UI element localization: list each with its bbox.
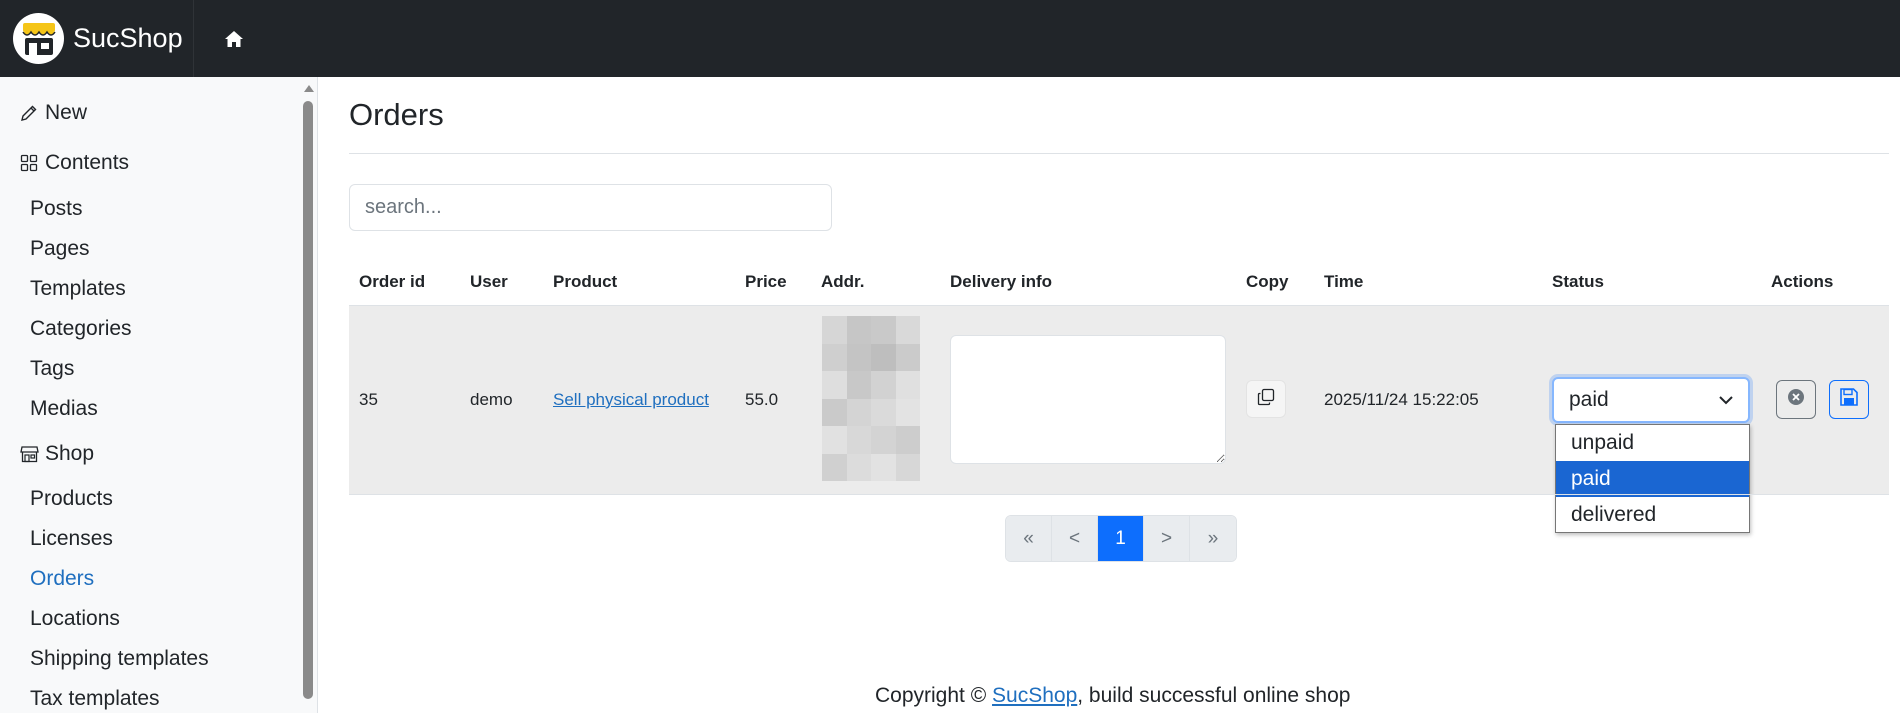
top-navbar: SucShop <box>0 0 1900 77</box>
scrollbar-thumb[interactable] <box>303 101 313 699</box>
status-select[interactable]: paid <box>1552 377 1750 423</box>
pagination: « < 1 > » <box>1005 515 1237 562</box>
column-header-time: Time <box>1324 272 1364 291</box>
column-header-delivery-info: Delivery info <box>950 272 1053 291</box>
navbar-divider <box>192 0 194 77</box>
copy-button[interactable] <box>1246 380 1286 418</box>
sidebar-item-posts[interactable]: Posts <box>30 197 83 221</box>
sidebar-item-templates[interactable]: Templates <box>30 277 126 301</box>
copy-icon <box>1257 388 1275 411</box>
column-header-price: Price <box>745 272 787 291</box>
status-option-delivered[interactable]: delivered <box>1556 497 1749 533</box>
sidebar-item-categories[interactable]: Categories <box>30 317 132 341</box>
page-next-button[interactable]: > <box>1144 516 1190 561</box>
column-header-copy: Copy <box>1246 272 1289 291</box>
footer-prefix: Copyright © <box>875 684 993 707</box>
page-prev-button[interactable]: < <box>1052 516 1098 561</box>
sidebar-section-shop[interactable]: Shop <box>20 442 94 466</box>
sidebar-item-tax-templates[interactable]: Tax templates <box>30 687 160 711</box>
sidebar-section-label: Shop <box>45 442 95 465</box>
scroll-up-arrow-icon[interactable] <box>304 85 314 92</box>
status-select-value: paid <box>1569 388 1609 411</box>
search-input[interactable] <box>349 184 832 231</box>
floppy-disk-icon <box>1839 387 1859 412</box>
brand-link[interactable]: SucShop <box>13 0 183 77</box>
title-divider <box>349 153 1889 154</box>
shop-awning-icon <box>13 13 64 64</box>
page-first-button[interactable]: « <box>1006 516 1052 561</box>
sidebar-item-pages[interactable]: Pages <box>30 237 90 261</box>
sidebar-section-label: Contents <box>45 151 130 174</box>
save-button[interactable] <box>1829 380 1869 419</box>
cell-order-id: 35 <box>359 390 378 409</box>
column-header-addr: Addr. <box>821 272 865 291</box>
cell-user: demo <box>470 390 513 409</box>
footer-brand-link[interactable]: SucShop <box>992 684 1077 707</box>
delivery-info-textarea[interactable] <box>950 335 1226 464</box>
status-option-paid[interactable]: paid <box>1556 461 1749 497</box>
cell-time: 2025/11/24 15:22:05 <box>1324 390 1479 409</box>
sidebar-item-new[interactable]: New <box>20 101 87 125</box>
x-circle-icon <box>1787 388 1805 411</box>
footer: Copyright © SucShop, build successful on… <box>875 684 1350 708</box>
column-header-status: Status <box>1552 272 1604 291</box>
page-current-button[interactable]: 1 <box>1098 516 1144 561</box>
sidebar-item-licenses[interactable]: Licenses <box>30 527 113 551</box>
sidebar-item-orders[interactable]: Orders <box>30 567 94 591</box>
cancel-button[interactable] <box>1776 380 1816 419</box>
sidebar-item-medias[interactable]: Medias <box>30 397 98 421</box>
brand-name: SucShop <box>73 23 183 53</box>
sidebar-scrollbar[interactable] <box>300 77 317 713</box>
sidebar-item-locations[interactable]: Locations <box>30 607 120 631</box>
column-header-order-id: Order id <box>359 272 426 291</box>
grid-icon <box>20 153 40 173</box>
footer-suffix: , build successful online shop <box>1077 684 1351 707</box>
shop-icon <box>20 444 40 464</box>
column-header-actions: Actions <box>1771 272 1834 291</box>
address-image-pixelated <box>822 316 920 481</box>
column-header-user: User <box>470 272 508 291</box>
home-icon[interactable] <box>224 28 246 50</box>
status-dropdown-list: unpaid paid delivered <box>1555 424 1750 533</box>
pencil-icon <box>20 103 40 123</box>
sidebar: New Contents Posts Pages Templates Categ… <box>0 77 318 713</box>
sidebar-item-shipping-templates[interactable]: Shipping templates <box>30 647 209 671</box>
chevron-down-icon <box>1719 396 1733 405</box>
sidebar-item-label: New <box>45 101 88 124</box>
sidebar-item-tags[interactable]: Tags <box>30 357 74 381</box>
sidebar-item-products[interactable]: Products <box>30 487 113 511</box>
column-header-product: Product <box>553 272 618 291</box>
page-last-button[interactable]: » <box>1190 516 1236 561</box>
table-row-divider <box>349 494 1889 495</box>
page-title: Orders <box>349 97 444 132</box>
product-link[interactable]: Sell physical product <box>553 390 709 410</box>
sidebar-section-contents[interactable]: Contents <box>20 151 129 175</box>
status-option-unpaid[interactable]: unpaid <box>1556 425 1749 461</box>
cell-price: 55.0 <box>745 390 779 409</box>
